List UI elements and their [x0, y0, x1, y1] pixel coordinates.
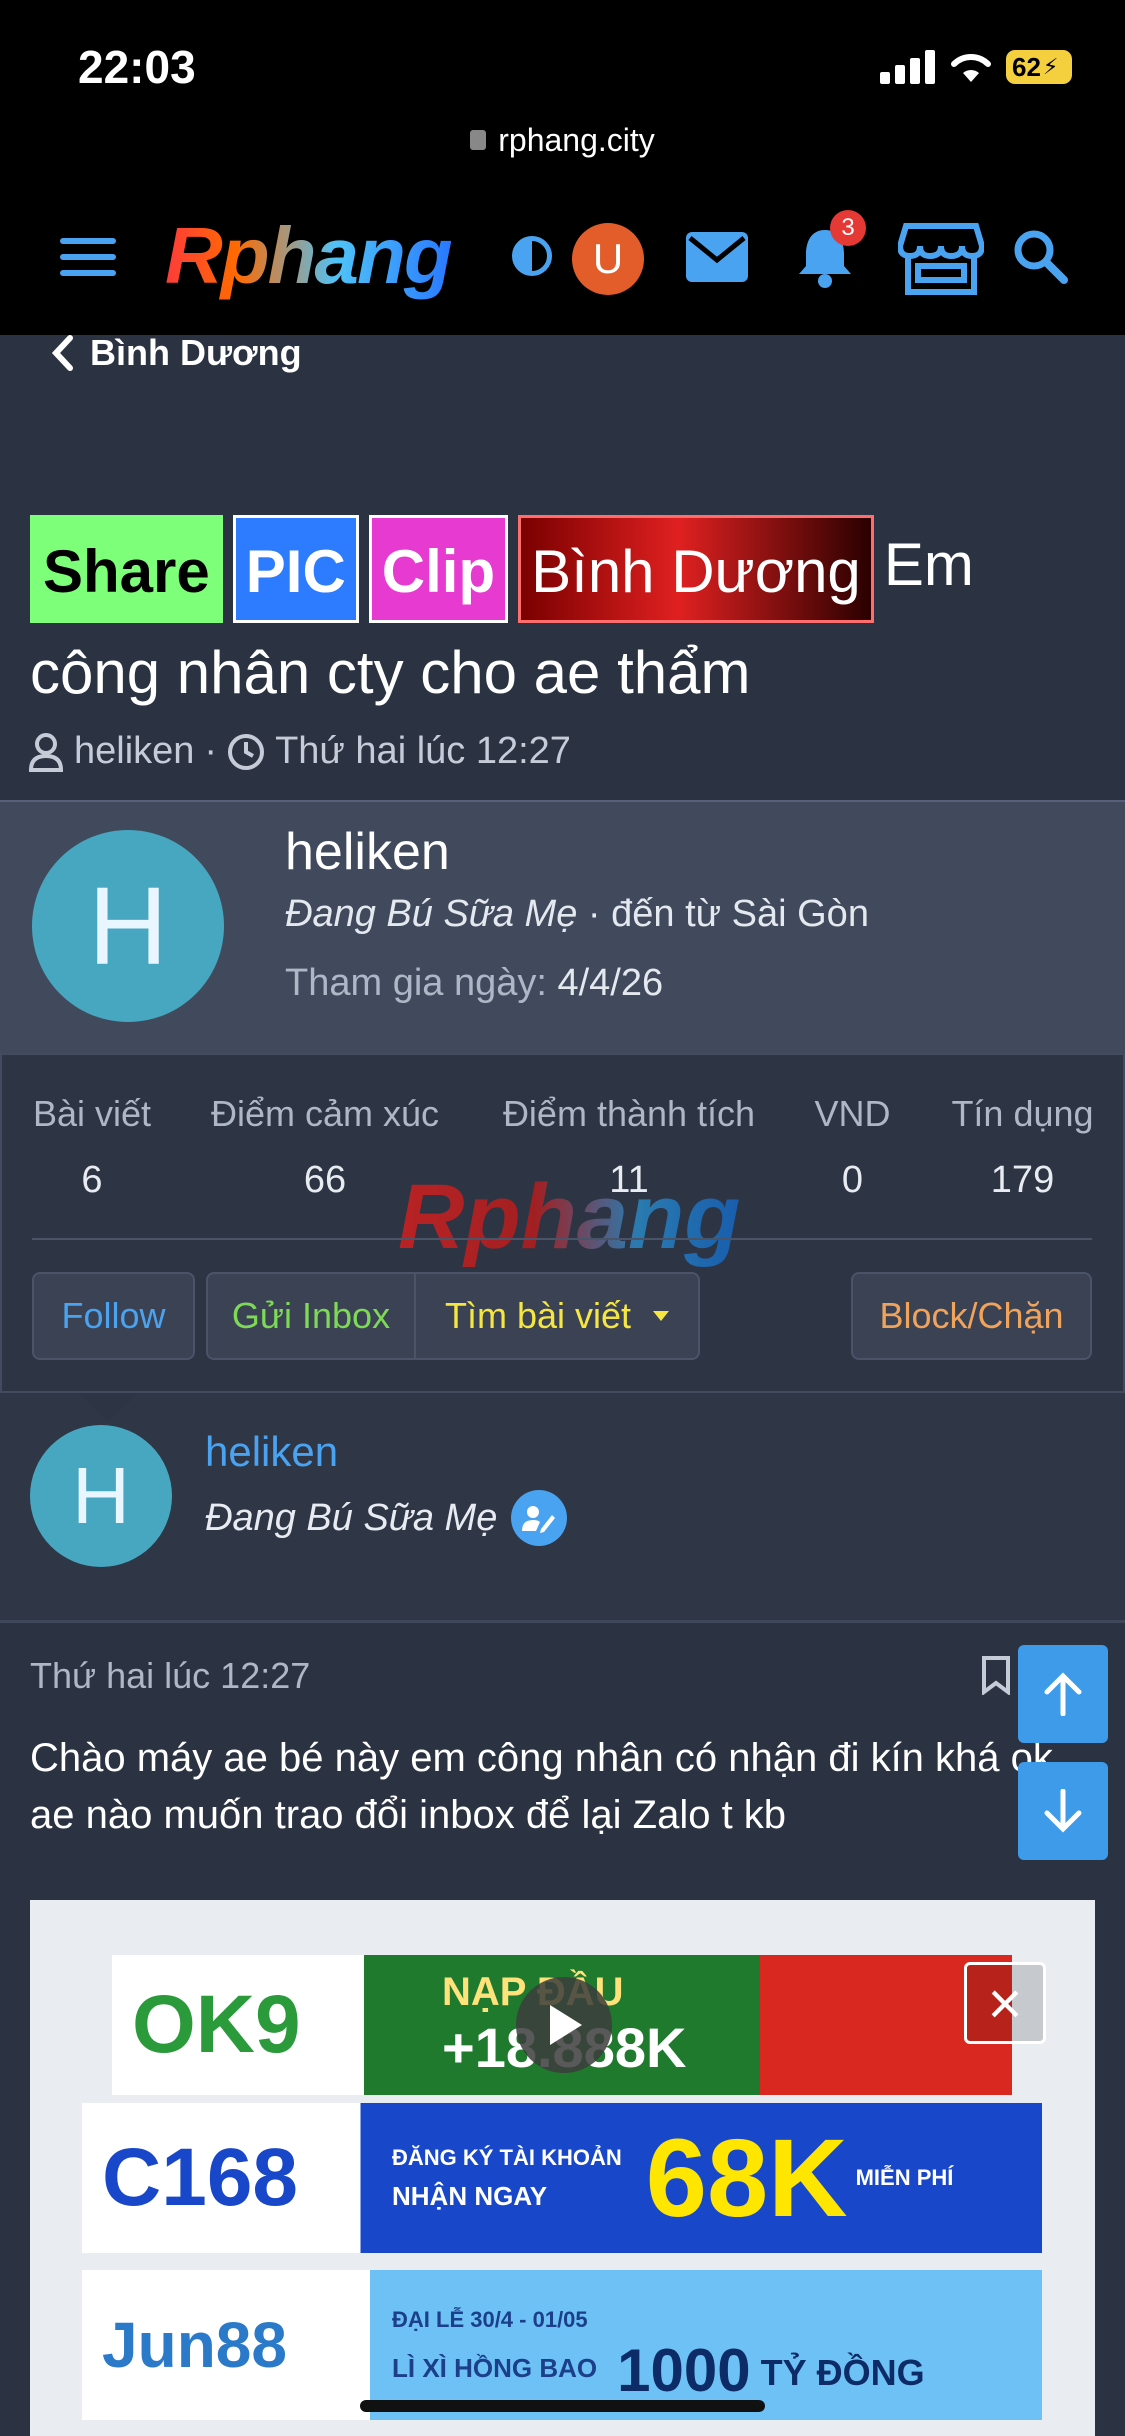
ad-brand: Jun88	[102, 2309, 287, 2381]
ad-line: ĐĂNG KÝ TÀI KHOẢN	[392, 2144, 622, 2170]
profile-joined: Tham gia ngày: 4/4/26	[285, 962, 663, 1005]
tooltip-pointer	[78, 1393, 138, 1421]
battery-level: 62	[1012, 51, 1041, 82]
meta-separator: ·	[204, 730, 218, 772]
ad-brand: OK9	[132, 1979, 301, 2070]
send-inbox-button[interactable]: Gửi Inbox	[206, 1272, 416, 1360]
tag-binh-duong[interactable]: Bình Dương	[518, 515, 874, 623]
thread-title: Share PIC Clip Bình Dương Em công nhân cty c…	[30, 515, 1100, 723]
ad-banner-jun88[interactable]: Jun88 ĐẠI LỄ 30/4 - 01/05 LÌ XÌ HỒNG BAO…	[82, 2270, 1042, 2420]
notification-badge: 3	[830, 210, 866, 246]
store-icon[interactable]	[898, 222, 984, 296]
stat-value: 0	[841, 1159, 864, 1201]
scroll-to-top-button[interactable]	[1018, 1645, 1108, 1743]
site-logo[interactable]: Rphang	[165, 210, 453, 302]
joined-value: 4/4/26	[557, 962, 664, 1004]
search-icon[interactable]	[1012, 228, 1068, 284]
find-posts-label: Tìm bài viết	[444, 1295, 632, 1336]
stat-label: VND	[814, 1093, 891, 1134]
poster-rank-text: Đang Bú Sữa Mẹ	[205, 1496, 498, 1539]
poster-name[interactable]: heliken	[205, 1428, 338, 1476]
ad-banner-c168[interactable]: C168 ĐĂNG KÝ TÀI KHOẢN NHẬN NGAY 68K MIỄ…	[82, 2103, 1042, 2253]
user-edit-icon	[511, 1490, 568, 1546]
user-avatar[interactable]: U	[572, 223, 644, 295]
stat-vnd: VND 0	[800, 1093, 905, 1202]
home-indicator	[360, 2400, 765, 2412]
battery-indicator: 62 ⚡	[1006, 50, 1072, 84]
ad-brand: C168	[102, 2132, 299, 2223]
profile-origin: · đến từ Sài Gòn	[587, 893, 869, 935]
clock-icon	[228, 733, 265, 770]
clock: 22:03	[78, 41, 196, 93]
site-watermark: Rphang	[398, 1166, 741, 1268]
lock-icon	[470, 130, 487, 150]
post-content: Chào máy ae bé này em công nhân có nhận …	[30, 1736, 1053, 1837]
stat-label: Bài viết	[32, 1093, 152, 1134]
stat-posts: Bài viết 6	[22, 1093, 162, 1202]
stat-credit: Tín dụng 179	[940, 1093, 1105, 1202]
caret-down-icon	[653, 1311, 670, 1321]
tag-share[interactable]: Share	[30, 515, 223, 623]
block-button[interactable]: Block/Chặn	[851, 1272, 1092, 1360]
arrow-down-icon	[1044, 1789, 1082, 1833]
ad-text: ĐĂNG KÝ TÀI KHOẢN NHẬN NGAY	[392, 2145, 622, 2212]
bookmark-icon[interactable]	[980, 1655, 1012, 1695]
stat-value: 179	[990, 1159, 1055, 1201]
divider	[32, 1238, 1092, 1240]
tag-clip[interactable]: Clip	[368, 515, 509, 623]
breadcrumb-label: Bình Dương	[90, 332, 302, 373]
ad-line: ĐẠI LỄ 30/4 - 01/05	[392, 2306, 588, 2332]
poster-avatar[interactable]: H	[30, 1425, 172, 1567]
chevron-left-icon	[51, 335, 73, 371]
play-button[interactable]	[516, 1977, 612, 2073]
ad-amount: 68K	[645, 2116, 848, 2240]
profile-rank: Đang Bú Sữa Mẹ	[285, 893, 578, 935]
stat-label: Điểm cảm xúc	[210, 1093, 440, 1134]
play-icon	[550, 2005, 582, 2045]
profile-subtitle: Đang Bú Sữa Mẹ · đến từ Sài Gòn	[285, 893, 869, 936]
mail-icon[interactable]	[686, 232, 748, 282]
wifi-icon	[951, 53, 991, 82]
stat-label: Điểm thành tích	[502, 1093, 756, 1134]
arrow-up-icon	[1044, 1672, 1082, 1716]
menu-icon[interactable]	[60, 238, 116, 286]
tag-pic[interactable]: PIC	[232, 515, 359, 623]
close-icon: ×	[987, 1969, 1023, 2037]
profile-avatar[interactable]: H	[32, 830, 224, 1022]
stat-value: 6	[81, 1159, 103, 1201]
breadcrumb[interactable]: Bình Dương	[50, 332, 302, 374]
cellular-signal-icon	[880, 50, 935, 84]
ad-line: TỶ ĐỒNG	[760, 2352, 925, 2393]
post-timestamp[interactable]: Thứ hai lúc 12:27	[30, 1655, 310, 1697]
poster-rank: Đang Bú Sữa Mẹ	[205, 1490, 568, 1546]
follow-button[interactable]: Follow	[32, 1272, 195, 1360]
profile-name[interactable]: heliken	[285, 822, 450, 882]
ad-line: NHẬN NGAY	[392, 2180, 548, 2211]
find-posts-button[interactable]: Tìm bài viết	[414, 1272, 700, 1360]
ad-text: ĐẠI LỄ 30/4 - 01/05 LÌ XÌ HỒNG BAO	[392, 2307, 597, 2384]
address-bar[interactable]: rphang.city	[0, 110, 1125, 170]
url-text: rphang.city	[498, 121, 655, 158]
ad-amount: 1000	[617, 2336, 751, 2404]
ad-line: LÌ XÌ HỒNG BAO	[392, 2352, 598, 2383]
theme-toggle-icon[interactable]	[512, 236, 552, 276]
joined-label: Tham gia ngày:	[285, 962, 547, 1004]
thread-meta: heliken · Thứ hai lúc 12:27	[28, 730, 571, 773]
thread-author[interactable]: heliken	[74, 730, 194, 773]
user-icon	[28, 732, 64, 772]
thread-time[interactable]: Thứ hai lúc 12:27	[275, 730, 571, 773]
stat-label: Tín dụng	[951, 1093, 1094, 1134]
ad-line: MIỄN PHÍ	[855, 2165, 954, 2190]
close-ad-button[interactable]: ×	[964, 1962, 1046, 2044]
scroll-to-bottom-button[interactable]	[1018, 1762, 1108, 1860]
